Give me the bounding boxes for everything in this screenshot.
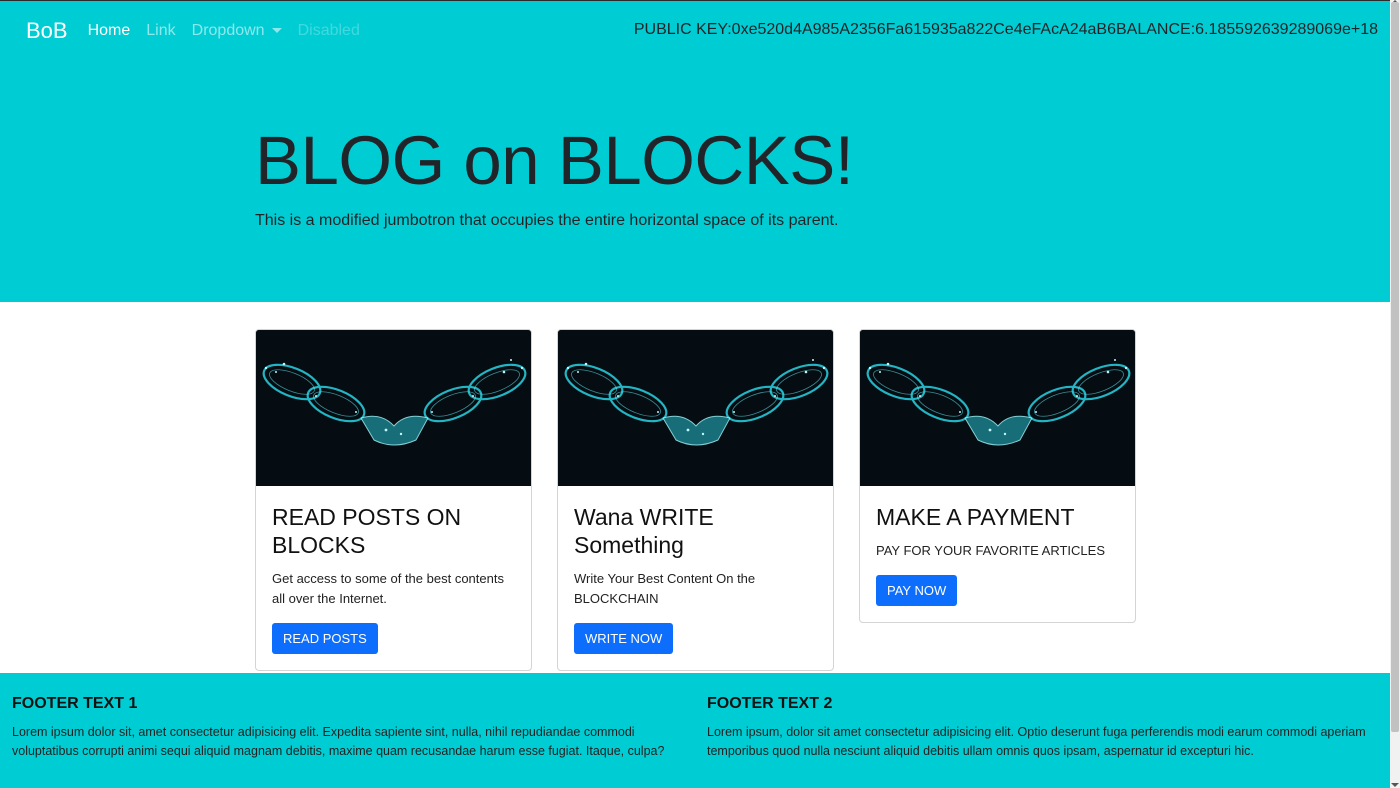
footer-text: Lorem ipsum, dolor sit amet consectetur … (707, 725, 1366, 758)
card-write: Wana WRITE Something Write Your Best Con… (557, 329, 834, 671)
card-body: Wana WRITE Something Write Your Best Con… (558, 486, 833, 670)
balance-label: BALANCE: (1116, 21, 1196, 38)
card-text: Get access to some of the best contents … (272, 571, 504, 606)
nav-link-home[interactable]: Home (88, 22, 131, 40)
page: BoB Home Link Dropdown Disabled PUBLIC K… (0, 0, 1390, 788)
scroll-down-arrow-icon[interactable] (1391, 783, 1399, 787)
footer-title: FOOTER TEXT 2 (707, 695, 833, 712)
card-title: READ POSTS ON BLOCKS (272, 504, 462, 558)
page-title: BLOG on BLOCKS! (255, 122, 854, 199)
card-title: MAKE A PAYMENT (876, 504, 1075, 530)
footer: FOOTER TEXT 1 Lorem ipsum dolor sit, ame… (0, 673, 1390, 788)
footer-column-2: FOOTER TEXT 2 Lorem ipsum, dolor sit ame… (707, 695, 1367, 761)
nav-dropdown-label: Dropdown (191, 21, 265, 39)
navbar: BoB Home Link Dropdown Disabled PUBLIC K… (0, 0, 1390, 60)
balance-value: 6.185592639289069e+18 (1195, 21, 1378, 38)
card-text: Write Your Best Content On the BLOCKCHAI… (574, 571, 756, 606)
nav-link-link[interactable]: Link (146, 22, 175, 40)
public-key-value: 0xe520d4A985A2356Fa615935a822Ce4eFAcA24a… (731, 21, 1116, 38)
navbar-brand[interactable]: BoB (26, 18, 68, 44)
public-key-label: PUBLIC KEY: (633, 21, 732, 38)
wallet-info: PUBLIC KEY:0xe520d4A985A2356Fa615935a822… (634, 21, 1378, 39)
blockchain-handshake-icon (558, 330, 833, 486)
card-payment: MAKE A PAYMENT PAY FOR YOUR FAVORITE ART… (859, 329, 1136, 623)
card-read-posts: READ POSTS ON BLOCKS Get access to some … (255, 329, 532, 671)
vertical-scrollbar[interactable] (1390, 0, 1400, 788)
footer-text: Lorem ipsum dolor sit, amet consectetur … (12, 725, 665, 758)
card-body: MAKE A PAYMENT PAY FOR YOUR FAVORITE ART… (860, 486, 1135, 622)
write-now-button[interactable]: WRITE NOW (574, 623, 674, 654)
read-posts-button[interactable]: READ POSTS (272, 623, 378, 654)
footer-title: FOOTER TEXT 1 (12, 695, 138, 712)
jumbotron: BLOG on BLOCKS! This is a modified jumbo… (0, 59, 1390, 302)
pay-now-button[interactable]: PAY NOW (876, 575, 958, 606)
blockchain-handshake-icon (860, 330, 1135, 486)
chevron-down-icon (271, 28, 282, 33)
blockchain-handshake-image (256, 330, 531, 486)
blockchain-handshake-image (860, 330, 1135, 486)
blockchain-handshake-icon (256, 330, 531, 486)
nav-dropdown[interactable]: Dropdown (192, 22, 282, 40)
footer-column-1: FOOTER TEXT 1 Lorem ipsum dolor sit, ame… (12, 695, 672, 761)
card-text: PAY FOR YOUR FAVORITE ARTICLES (876, 543, 1106, 558)
nav-link-disabled: Disabled (297, 21, 360, 39)
card-body: READ POSTS ON BLOCKS Get access to some … (256, 486, 531, 670)
scrollbar-thumb[interactable] (1391, 2, 1399, 732)
card-title: Wana WRITE Something (574, 504, 714, 558)
blockchain-handshake-image (558, 330, 833, 486)
jumbotron-lead: This is a modified jumbotron that occupi… (255, 212, 839, 229)
